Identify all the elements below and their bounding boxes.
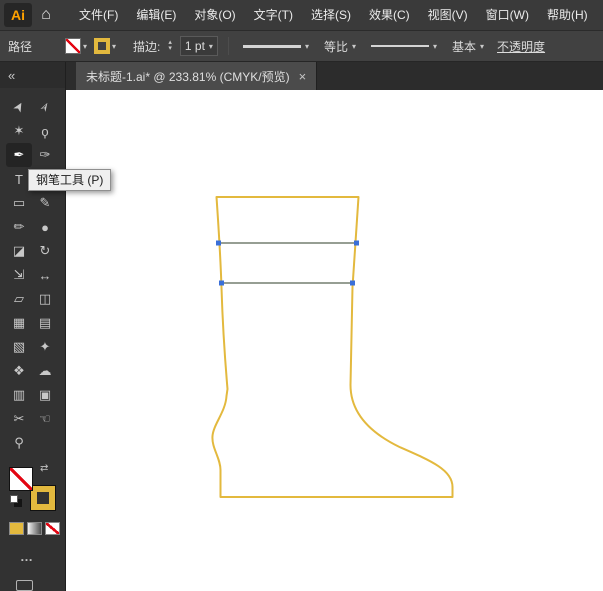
free-transform-tool[interactable]: ▱ bbox=[6, 287, 32, 311]
selection-type-label: 路径 bbox=[8, 38, 32, 55]
stroke-weight-value: 1 pt bbox=[185, 39, 205, 53]
stroke-color-swatch-icon bbox=[94, 38, 110, 54]
tools-panel: « ➤ ➢ ✶ ϙ ✒ ✑ T ╱ ▭ ✎ ✏ ● ◪ ↻ ⇲ ↔ ▱ ◫ bbox=[0, 62, 66, 591]
width-tool[interactable]: ↔ bbox=[32, 263, 58, 287]
menu-object[interactable]: 对象(O) bbox=[185, 0, 244, 30]
divider bbox=[228, 37, 229, 55]
anchor-point[interactable] bbox=[219, 281, 224, 286]
blend-tool[interactable]: ❖ bbox=[6, 359, 32, 383]
anchor-point[interactable] bbox=[354, 241, 359, 246]
close-tab-icon[interactable]: × bbox=[299, 69, 307, 84]
brush-preview-select[interactable]: ▾ bbox=[367, 40, 441, 53]
tool-grid: ➤ ➢ ✶ ϙ ✒ ✑ T ╱ ▭ ✎ ✏ ● ◪ ↻ ⇲ ↔ ▱ ◫ ▦ ▤ bbox=[6, 95, 58, 455]
menu-select[interactable]: 选择(S) bbox=[302, 0, 360, 30]
brush-name-select[interactable]: 基本 ▾ bbox=[448, 36, 488, 57]
color-mode-button[interactable] bbox=[9, 522, 24, 535]
width-profile-line-icon bbox=[243, 45, 301, 48]
edit-toolbar-button[interactable]: … bbox=[20, 549, 65, 564]
scale-tool[interactable]: ⇲ bbox=[6, 263, 32, 287]
paintbrush-tool[interactable]: ✎ bbox=[32, 191, 58, 215]
menu-bar: Ai ⌂ 文件(F) 编辑(E) 对象(O) 文字(T) 选择(S) 效果(C)… bbox=[0, 0, 603, 30]
canvas[interactable] bbox=[66, 90, 603, 591]
pen-tool-tooltip: 钢笔工具 (P) bbox=[28, 169, 111, 191]
menu-window[interactable]: 窗口(W) bbox=[477, 0, 538, 30]
stroke-weight-select[interactable]: 1 pt ▾ bbox=[180, 36, 218, 56]
width-profile-value: 等比 bbox=[324, 38, 348, 55]
rectangle-tool[interactable]: ▭ bbox=[6, 191, 32, 215]
gradient-tool[interactable]: ▧ bbox=[6, 335, 32, 359]
chevron-down-icon: ▾ bbox=[433, 42, 437, 51]
chevron-down-icon: ▾ bbox=[83, 42, 87, 51]
boot-artwork bbox=[66, 90, 603, 591]
brush-name-value: 基本 bbox=[452, 38, 476, 55]
magic-wand-tool[interactable]: ✶ bbox=[6, 119, 32, 143]
rotate-tool[interactable]: ↻ bbox=[32, 239, 58, 263]
tools-panel-header: « bbox=[0, 62, 65, 88]
illustrator-window: Ai ⌂ 文件(F) 编辑(E) 对象(O) 文字(T) 选择(S) 效果(C)… bbox=[0, 0, 603, 591]
chevron-down-icon: ▾ bbox=[305, 42, 309, 51]
paint-mode-buttons bbox=[9, 522, 65, 535]
perspective-grid-tool[interactable]: ▦ bbox=[6, 311, 32, 335]
curvature-tool[interactable]: ✑ bbox=[32, 143, 58, 167]
zoom-tool[interactable]: ⚲ bbox=[6, 431, 32, 455]
workspace: « ➤ ➢ ✶ ϙ ✒ ✑ T ╱ ▭ ✎ ✏ ● ◪ ↻ ⇲ ↔ ▱ ◫ bbox=[0, 62, 603, 591]
collapse-panel-icon[interactable]: « bbox=[8, 68, 15, 83]
document-area: 未标题-1.ai* @ 233.81% (CMYK/预览) × bbox=[66, 62, 603, 591]
menu-help[interactable]: 帮助(H) bbox=[538, 0, 597, 30]
menu-list: 文件(F) 编辑(E) 对象(O) 文字(T) 选择(S) 效果(C) 视图(V… bbox=[70, 0, 597, 30]
menu-view[interactable]: 视图(V) bbox=[419, 0, 477, 30]
stepper-down-icon[interactable]: ▾ bbox=[168, 46, 172, 52]
stroke-color-control[interactable]: ▾ bbox=[94, 38, 116, 54]
menu-file[interactable]: 文件(F) bbox=[70, 0, 127, 30]
fill-stroke-proxy: ⇄ bbox=[9, 467, 55, 510]
opacity-link[interactable]: 不透明度 bbox=[497, 38, 545, 55]
home-icon[interactable]: ⌂ bbox=[32, 0, 60, 30]
lasso-tool[interactable]: ϙ bbox=[32, 119, 58, 143]
stroke-weight-label: 描边: bbox=[133, 38, 160, 55]
none-mode-button[interactable] bbox=[45, 522, 60, 535]
chevron-down-icon: ▾ bbox=[112, 42, 116, 51]
control-bar: 路径 ▾ ▾ 描边: ▴ ▾ 1 pt ▾ ▾ 等比 ▾ ▾ bbox=[0, 30, 603, 62]
stroke-proxy[interactable] bbox=[31, 486, 55, 510]
fill-proxy[interactable] bbox=[9, 467, 33, 491]
menu-type[interactable]: 文字(T) bbox=[245, 0, 302, 30]
app-logo[interactable]: Ai bbox=[4, 3, 32, 27]
chevron-down-icon: ▾ bbox=[209, 42, 213, 51]
blob-brush-tool[interactable]: ● bbox=[32, 215, 58, 239]
swap-fill-stroke-icon[interactable]: ⇄ bbox=[40, 463, 48, 474]
shape-builder-tool[interactable]: ◫ bbox=[32, 287, 58, 311]
pen-tool[interactable]: ✒ bbox=[6, 143, 32, 167]
document-tab-title: 未标题-1.ai* @ 233.81% (CMYK/预览) bbox=[86, 68, 290, 85]
screen-mode-icon[interactable] bbox=[16, 580, 33, 591]
document-tab[interactable]: 未标题-1.ai* @ 233.81% (CMYK/预览) × bbox=[76, 62, 317, 90]
menu-edit[interactable]: 编辑(E) bbox=[127, 0, 185, 30]
symbol-sprayer-tool[interactable]: ☁ bbox=[32, 359, 58, 383]
anchor-point[interactable] bbox=[350, 281, 355, 286]
document-tab-bar: 未标题-1.ai* @ 233.81% (CMYK/预览) × bbox=[66, 62, 603, 90]
fill-none-swatch-icon bbox=[65, 38, 81, 54]
hand-tool[interactable]: ☜ bbox=[32, 407, 58, 431]
fill-color-control[interactable]: ▾ bbox=[65, 38, 87, 54]
pencil-tool[interactable]: ✏ bbox=[6, 215, 32, 239]
width-profile-preview-select[interactable]: ▾ bbox=[239, 40, 313, 53]
anchor-point[interactable] bbox=[216, 241, 221, 246]
chevron-down-icon: ▾ bbox=[352, 42, 356, 51]
column-graph-tool[interactable]: ▥ bbox=[6, 383, 32, 407]
artboard-tool[interactable]: ▣ bbox=[32, 383, 58, 407]
menu-effect[interactable]: 效果(C) bbox=[360, 0, 419, 30]
brush-stroke-line-icon bbox=[371, 45, 429, 47]
mesh-tool[interactable]: ▤ bbox=[32, 311, 58, 335]
width-profile-name-select[interactable]: 等比 ▾ bbox=[320, 36, 360, 57]
slice-tool[interactable]: ✂ bbox=[6, 407, 32, 431]
eraser-tool[interactable]: ◪ bbox=[6, 239, 32, 263]
gradient-mode-button[interactable] bbox=[27, 522, 42, 535]
chevron-down-icon: ▾ bbox=[480, 42, 484, 51]
default-fill-stroke-icon[interactable] bbox=[10, 495, 18, 503]
eyedropper-tool[interactable]: ✦ bbox=[32, 335, 58, 359]
stroke-weight-stepper[interactable]: ▴ ▾ bbox=[168, 40, 172, 52]
